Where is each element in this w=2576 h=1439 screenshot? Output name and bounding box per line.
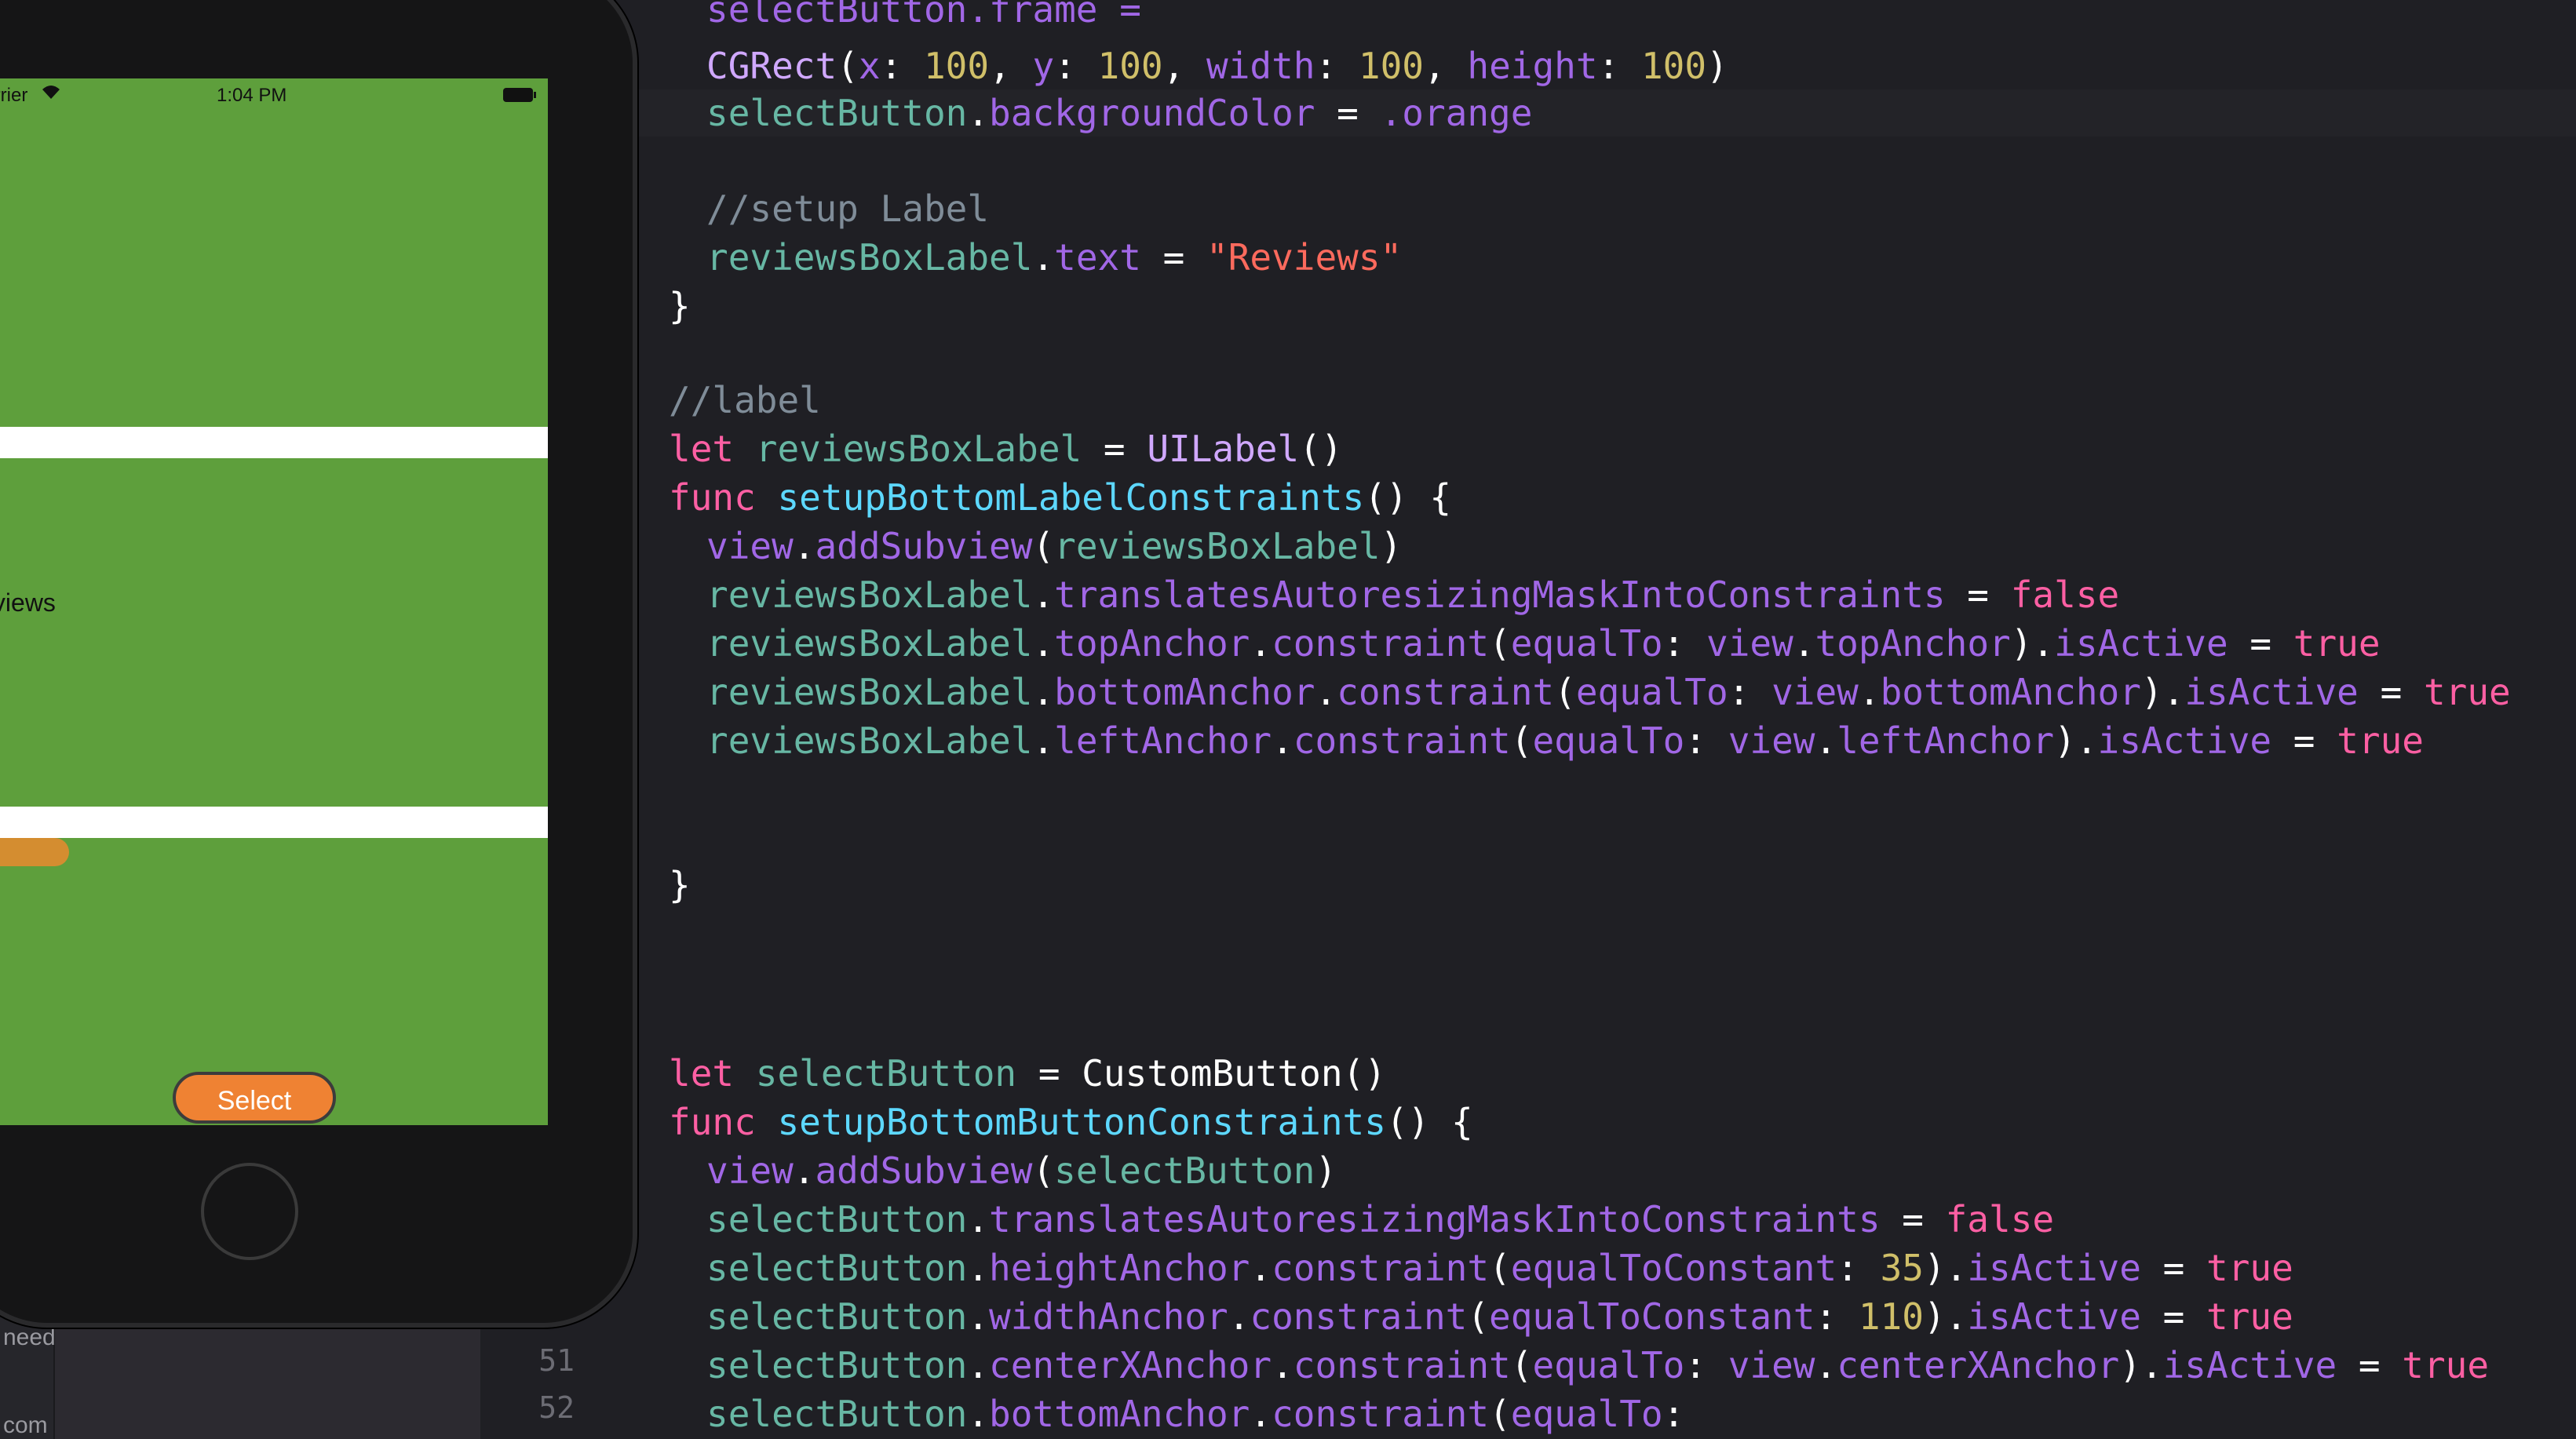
code-line: selectButton.heightAnchor.constraint(equ… [706,1247,2293,1289]
line-number: 51 [538,1343,575,1378]
code-line: reviewsBoxLabel.text = "Reviews" [706,236,1403,279]
code-line: //setup Label [706,188,990,230]
source-code[interactable]: selectButton.frame = CGRect(x: 100, y: 1… [669,0,2511,1435]
code-line: reviewsBoxLabel.translatesAutoresizingMa… [706,574,2120,616]
select-button[interactable]: Select [173,1072,336,1124]
navigator-text: com [3,1412,48,1438]
code-line: selectButton.bottomAnchor.constraint(equ… [706,1393,1685,1435]
code-line: reviewsBoxLabel.bottomAnchor.constraint(… [706,671,2511,713]
status-bar: Carrier 1:04 PM [0,78,548,110]
divider-stripe [0,807,548,838]
code-line: selectButton.widthAnchor.constraint(equa… [706,1295,2293,1338]
code-line: reviewsBoxLabel.leftAnchor.constraint(eq… [706,720,2424,762]
wifi-icon [39,83,63,106]
clock-label: 1:04 PM [217,85,287,106]
code-line: view.addSubview(reviewsBoxLabel) [706,525,1403,567]
carrier-label: Carrier [0,85,28,106]
code-line: } [669,285,691,327]
code-line: selectButton.translatesAutoresizingMaskI… [706,1198,2055,1240]
battery-icon [502,86,537,109]
code-line: selectButton.backgroundColor = .orange [706,92,1533,134]
code-line: let reviewsBoxLabel = UILabel() [669,428,1343,470]
code-line: let selectButton = CustomButton() [669,1052,1386,1095]
orange-scribble [0,838,69,866]
line-number: 52 [538,1390,575,1425]
iphone-simulator: Carrier 1:04 PM Reviews Select [0,0,637,1328]
code-line: } [669,864,691,906]
navigator-text: need [3,1324,56,1350]
code-line: CGRect(x: 100, y: 100, width: 100, heigh… [706,45,1728,87]
code-line: view.addSubview(selectButton) [706,1149,1337,1192]
reviews-label: Reviews [0,588,56,617]
code-line: func setupBottomLabelConstraints() { [669,476,1452,519]
code-line: //label [669,379,821,421]
code-line: reviewsBoxLabel.topAnchor.constraint(equ… [706,622,2381,665]
simulator-screen: Carrier 1:04 PM Reviews Select [0,78,548,1125]
code-line: selectButton.centerXAnchor.constraint(eq… [706,1344,2490,1386]
home-button[interactable] [201,1163,298,1260]
divider-stripe [0,427,548,458]
code-line: selectButton.frame = [706,0,1141,31]
navigator-column [53,1326,482,1439]
code-line: func setupBottomButtonConstraints() { [669,1101,1473,1143]
